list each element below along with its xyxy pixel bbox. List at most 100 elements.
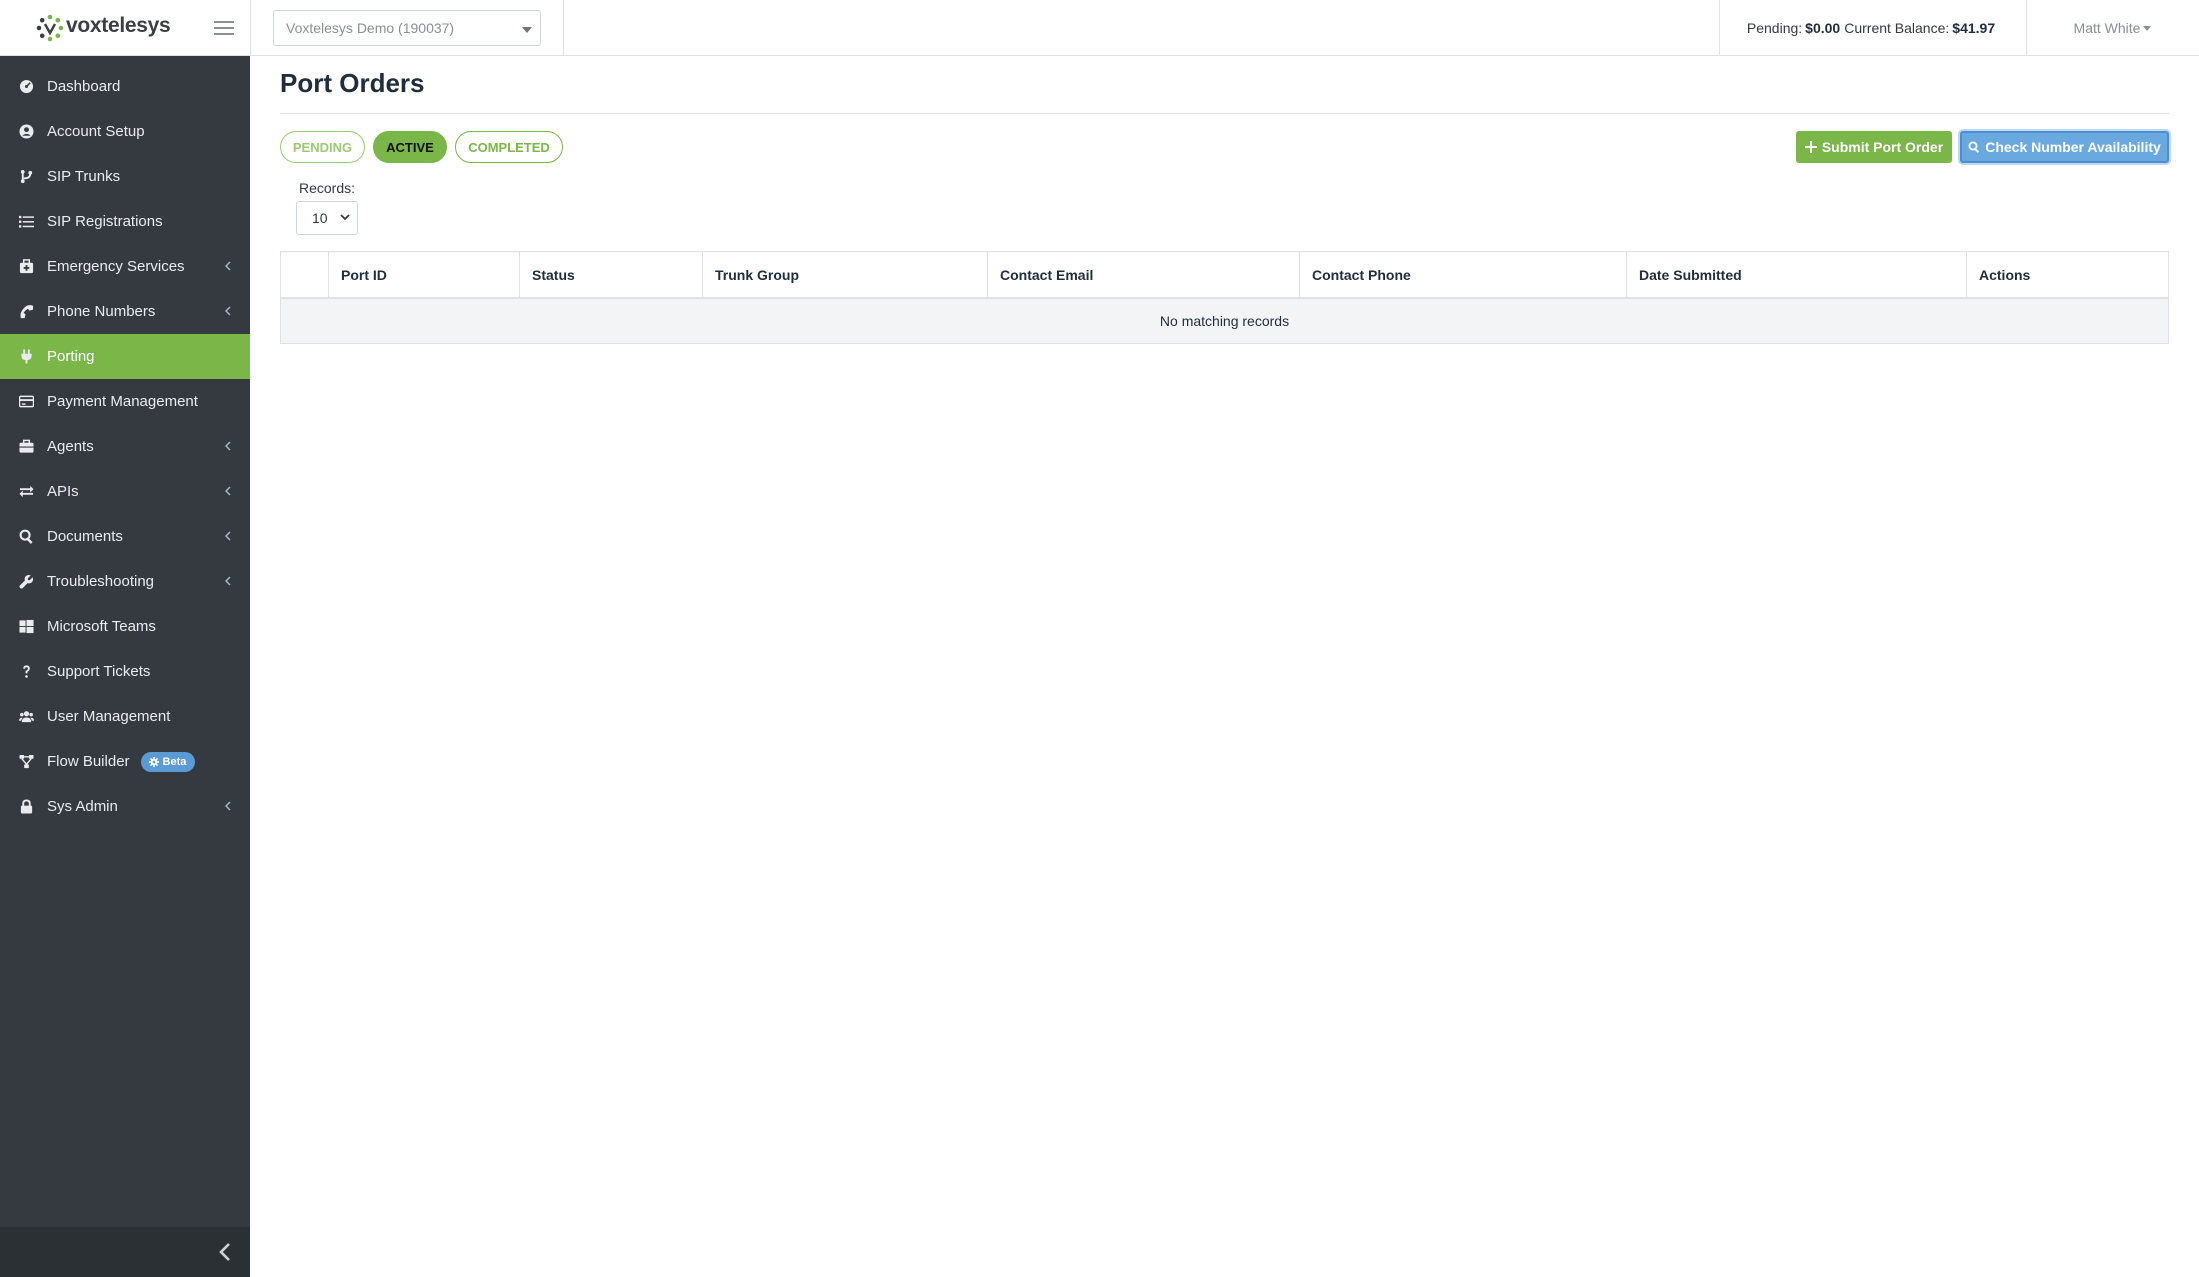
brand[interactable]: voxtelesys bbox=[0, 0, 250, 56]
sidebar-item-emergency-services[interactable]: Emergency Services bbox=[0, 244, 250, 289]
beta-badge-label: Beta bbox=[162, 755, 187, 768]
sidebar-item-agents[interactable]: Agents bbox=[0, 424, 250, 469]
records-per-page-value: 10 bbox=[312, 210, 328, 226]
pending-value: $0.00 bbox=[1805, 20, 1841, 36]
sidebar-item-label: User Management bbox=[47, 708, 171, 725]
sidebar-item-label: SIP Registrations bbox=[47, 213, 163, 230]
credit-card-icon bbox=[18, 394, 34, 410]
medkit-icon bbox=[18, 259, 34, 275]
pending-label: Pending: bbox=[1746, 20, 1803, 36]
column-header-trunk-group[interactable]: Trunk Group bbox=[703, 252, 988, 297]
sidebar-item-label: Support Tickets bbox=[47, 663, 151, 680]
chevron-down-icon bbox=[340, 214, 350, 221]
sidebar-item-dashboard[interactable]: Dashboard bbox=[0, 64, 250, 109]
user-circle-icon bbox=[18, 124, 34, 140]
check-number-availability-button[interactable]: Check Number Availability bbox=[1960, 131, 2169, 163]
sidebar-item-apis[interactable]: APIs bbox=[0, 469, 250, 514]
column-header-status[interactable]: Status bbox=[520, 252, 703, 297]
sidebar-item-support-tickets[interactable]: Support Tickets bbox=[0, 649, 250, 694]
balance-display: Pending: $0.00 Current Balance: $41.97 bbox=[1720, 0, 2026, 56]
sidebar-item-label: Emergency Services bbox=[47, 258, 185, 275]
briefcase-icon bbox=[18, 439, 34, 455]
beta-badge: Beta bbox=[140, 751, 196, 772]
sidebar-item-label: Phone Numbers bbox=[47, 303, 156, 320]
records-per-page-select[interactable]: 10 bbox=[296, 201, 358, 235]
chevron-left-icon bbox=[224, 575, 231, 589]
question-icon bbox=[18, 664, 34, 680]
plus-icon bbox=[1804, 141, 1817, 153]
sidebar-item-microsoft-teams[interactable]: Microsoft Teams bbox=[0, 604, 250, 649]
port-orders-table: Port ID Status Trunk Group Contact Email… bbox=[280, 251, 2169, 344]
records-label: Records: bbox=[299, 180, 356, 196]
sidebar-item-text: Flow Builder bbox=[47, 753, 130, 770]
title-divider bbox=[280, 113, 2169, 114]
chevron-left-icon bbox=[224, 440, 231, 454]
sidebar-item-label: Sys Admin bbox=[47, 798, 118, 815]
check-number-availability-label: Check Number Availability bbox=[1985, 139, 2161, 155]
column-header-actions: Actions bbox=[1979, 266, 2031, 283]
user-menu[interactable]: Matt White bbox=[2026, 0, 2199, 56]
chevron-left-icon bbox=[224, 305, 231, 319]
sidebar-item-account-setup[interactable]: Account Setup bbox=[0, 109, 250, 154]
voxtelesys-logo-icon bbox=[36, 14, 64, 42]
submit-port-order-label: Submit Port Order bbox=[1821, 139, 1944, 155]
sidebar-item-label: Agents bbox=[47, 438, 94, 455]
exchange-icon bbox=[18, 484, 34, 500]
sidebar-item-label: Dashboard bbox=[47, 78, 121, 95]
table-header: Port ID Status Trunk Group Contact Email… bbox=[281, 252, 2168, 299]
sidebar-item-label: Flow Builder Beta bbox=[47, 751, 196, 772]
filter-completed-button[interactable]: COMPLETED bbox=[455, 131, 563, 163]
sidebar-item-label: Troubleshooting bbox=[47, 573, 155, 590]
balance-value: $41.97 bbox=[1952, 20, 1996, 36]
chevron-left-icon bbox=[224, 485, 231, 499]
column-header-contact-phone[interactable]: Contact Phone bbox=[1300, 252, 1627, 297]
lock-icon bbox=[18, 799, 34, 815]
filter-pending-button[interactable]: PENDING bbox=[280, 131, 365, 163]
top-bar: voxtelesys Voxtelesys Demo (190037) Pend… bbox=[0, 0, 2199, 56]
sidebar-item-documents[interactable]: Documents bbox=[0, 514, 250, 559]
collapse-sidebar-icon[interactable] bbox=[218, 1242, 232, 1262]
search-icon bbox=[18, 529, 34, 545]
sidebar-item-sip-registrations[interactable]: SIP Registrations bbox=[0, 199, 250, 244]
code-branch-icon bbox=[18, 169, 34, 185]
gear-icon bbox=[148, 756, 159, 767]
menu-toggle-icon[interactable] bbox=[214, 17, 234, 39]
sidebar-item-payment-management[interactable]: Payment Management bbox=[0, 379, 250, 424]
sidebar-item-phone-numbers[interactable]: Phone Numbers bbox=[0, 289, 250, 334]
column-header-date-submitted[interactable]: Date Submitted bbox=[1627, 252, 1967, 297]
divider bbox=[563, 0, 564, 56]
empty-table-message: No matching records bbox=[281, 299, 2168, 343]
sidebar-item-flow-builder[interactable]: Flow Builder Beta bbox=[0, 739, 250, 784]
column-header-select[interactable] bbox=[281, 252, 329, 297]
sidebar: Dashboard Account Setup SIP Trunks SIP Regi… bbox=[0, 56, 250, 1277]
sidebar-item-user-management[interactable]: User Management bbox=[0, 694, 250, 739]
sidebar-item-label: Payment Management bbox=[47, 393, 198, 410]
plug-icon bbox=[18, 349, 34, 365]
page-title: Port Orders bbox=[280, 68, 425, 98]
account-selector[interactable]: Voxtelesys Demo (190037) bbox=[273, 10, 541, 46]
submit-port-order-button[interactable]: Submit Port Order bbox=[1796, 131, 1952, 163]
wrench-icon bbox=[18, 574, 34, 590]
sidebar-item-label: SIP Trunks bbox=[47, 168, 121, 185]
sidebar-item-label: Porting bbox=[47, 348, 95, 365]
balance-label: Current Balance: bbox=[1844, 20, 1950, 36]
account-selector-value: Voxtelesys Demo (190037) bbox=[286, 20, 455, 36]
sidebar-item-label: Account Setup bbox=[47, 123, 145, 140]
dashboard-icon bbox=[18, 79, 34, 95]
sidebar-item-porting[interactable]: Porting bbox=[0, 334, 250, 379]
sidebar-item-label: Microsoft Teams bbox=[47, 618, 156, 635]
column-header-contact-email[interactable]: Contact Email bbox=[988, 252, 1300, 297]
sidebar-item-sip-trunks[interactable]: SIP Trunks bbox=[0, 154, 250, 199]
flow-icon bbox=[18, 754, 34, 770]
windows-icon bbox=[18, 619, 34, 635]
sidebar-item-troubleshooting[interactable]: Troubleshooting bbox=[0, 559, 250, 604]
column-header-port-id[interactable]: Port ID bbox=[329, 252, 520, 297]
chevron-left-icon bbox=[224, 800, 231, 814]
phone-icon bbox=[18, 304, 34, 320]
brand-name: voxtelesys bbox=[66, 14, 171, 37]
sidebar-footer bbox=[0, 1227, 250, 1277]
sidebar-item-sys-admin[interactable]: Sys Admin bbox=[0, 784, 250, 829]
filter-active-button[interactable]: ACTIVE bbox=[373, 131, 447, 163]
sidebar-item-label: Documents bbox=[47, 528, 123, 545]
search-icon bbox=[1968, 141, 1980, 153]
